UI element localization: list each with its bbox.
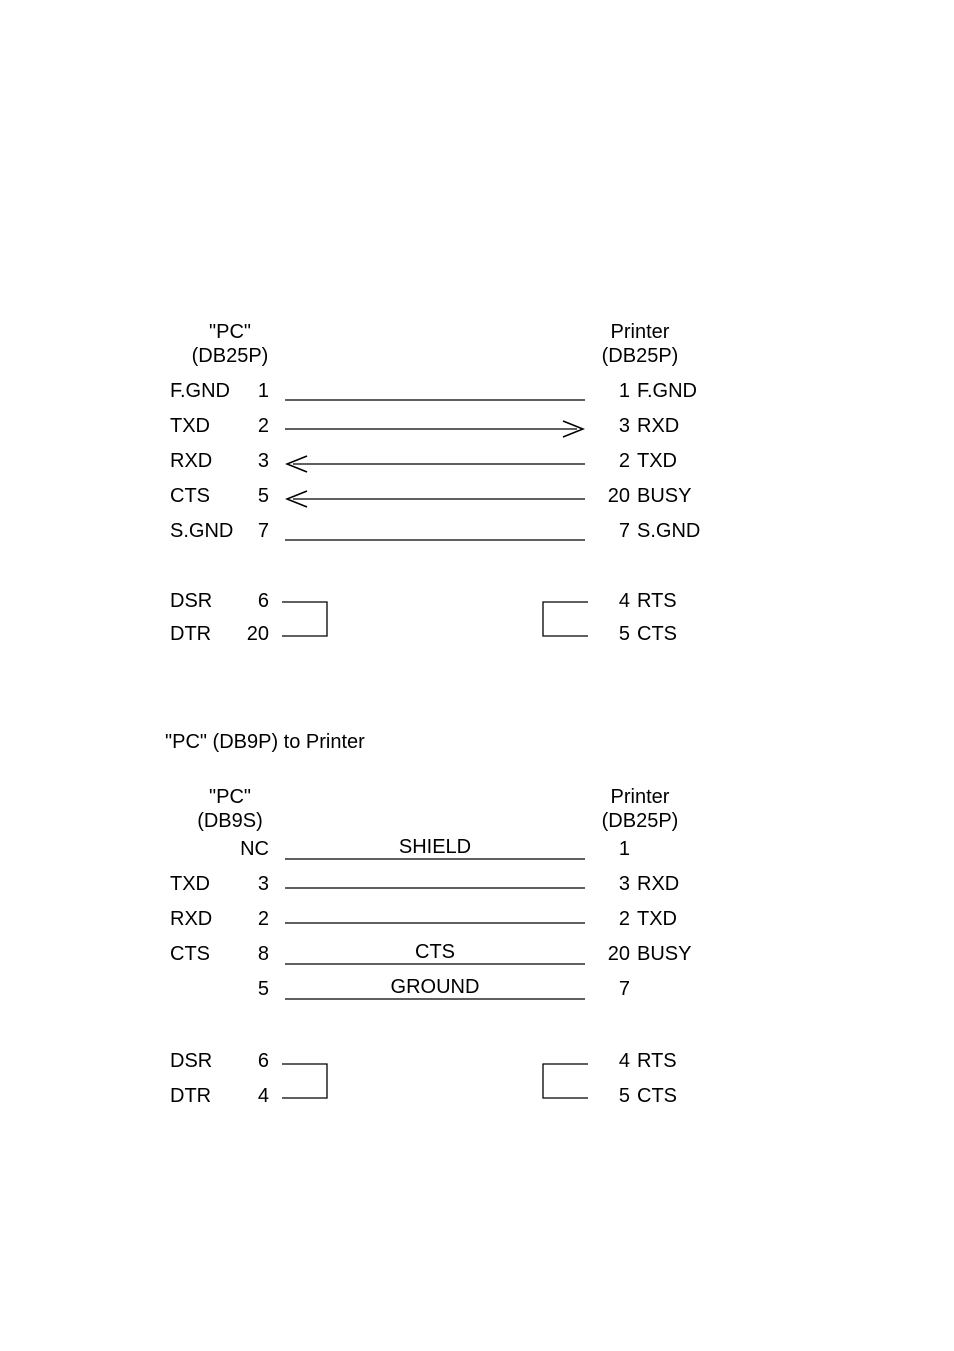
- pinout-row: CTS 5 20 BUSY: [0, 485, 954, 519]
- connection-arrow-left: [285, 454, 585, 474]
- pinout-row: RXD 3 2 TXD: [0, 450, 954, 484]
- connection-arrow-right: [285, 419, 585, 439]
- right-pin-number: 7: [590, 978, 630, 1001]
- connection-line: [285, 856, 585, 862]
- right-signal-name: F.GND: [637, 380, 727, 403]
- wiring-diagram-page: "PC" (DB25P) Printer (DB25P) F.GND 1 1 F…: [0, 0, 954, 1351]
- right-signal-name: BUSY: [637, 943, 727, 966]
- header-label: "PC": [180, 320, 280, 344]
- header-label: Printer: [590, 320, 690, 344]
- right-signal-name: TXD: [637, 450, 727, 473]
- right-signal-name: CTS: [637, 623, 727, 646]
- connection-line: [285, 532, 585, 548]
- pinout-row: TXD 2 3 RXD: [0, 415, 954, 449]
- left-pin-number: 1: [235, 380, 269, 403]
- left-pin-number: 20: [235, 623, 269, 646]
- bridge-bracket-left: [282, 596, 332, 644]
- right-pin-number: 4: [590, 1050, 630, 1073]
- header-sublabel: (DB25P): [590, 809, 690, 833]
- pinout-row: S.GND 7 7 S.GND: [0, 520, 954, 554]
- right-pin-number: 7: [590, 520, 630, 543]
- connection-arrow-left: [285, 489, 585, 509]
- connection-line: [285, 920, 585, 926]
- pinout-row: DSR 6 4 RTS: [0, 1050, 954, 1084]
- left-pin-number: 3: [235, 450, 269, 473]
- pinout-row: DTR 20 5 CTS: [0, 623, 954, 657]
- right-signal-name: BUSY: [637, 485, 727, 508]
- right-signal-name: TXD: [637, 908, 727, 931]
- right-signal-name: RTS: [637, 590, 727, 613]
- header-sublabel: (DB25P): [180, 344, 280, 368]
- diagram-subtitle: "PC" (DB9P) to Printer: [165, 731, 365, 754]
- right-pin-number: 20: [590, 943, 630, 966]
- pinout-row: F.GND 1 1 F.GND: [0, 380, 954, 414]
- bridge-bracket-right: [538, 596, 590, 644]
- left-pin-number: 6: [235, 590, 269, 613]
- pinout-row: CTS 8 CTS 20 BUSY: [0, 943, 954, 977]
- bridge-bracket-left: [282, 1058, 332, 1106]
- right-pin-number: 5: [590, 1085, 630, 1108]
- pinout-row: NC SHIELD 1: [0, 838, 954, 872]
- right-signal-name: RXD: [637, 415, 727, 438]
- right-pin-number: 3: [590, 873, 630, 896]
- left-pin-number: 2: [235, 415, 269, 438]
- pinout-row: RXD 2 2 TXD: [0, 908, 954, 942]
- left-pin-number: 5: [235, 978, 269, 1001]
- right-pin-number: 1: [590, 380, 630, 403]
- left-pin-number: 6: [235, 1050, 269, 1073]
- right-pin-number: 5: [590, 623, 630, 646]
- left-pin-number: 2: [235, 908, 269, 931]
- connection-line: [285, 392, 585, 408]
- left-pin-number: NC: [235, 838, 269, 861]
- right-pin-number: 3: [590, 415, 630, 438]
- right-signal-name: S.GND: [637, 520, 727, 543]
- left-pin-number: 5: [235, 485, 269, 508]
- header-label: "PC": [180, 785, 280, 809]
- left-pin-number: 4: [235, 1085, 269, 1108]
- header-sublabel: (DB25P): [590, 344, 690, 368]
- d1-left-header: "PC" (DB25P): [180, 320, 280, 368]
- right-signal-name: RTS: [637, 1050, 727, 1073]
- connection-line: [285, 961, 585, 967]
- pinout-row: DTR 4 5 CTS: [0, 1085, 954, 1119]
- connection-line: [285, 885, 585, 891]
- right-pin-number: 2: [590, 908, 630, 931]
- connection-line: [285, 996, 585, 1002]
- pinout-row: 5 GROUND 7: [0, 978, 954, 1012]
- d2-left-header: "PC" (DB9S): [180, 785, 280, 833]
- left-pin-number: 7: [235, 520, 269, 543]
- right-signal-name: RXD: [637, 873, 727, 896]
- right-pin-number: 2: [590, 450, 630, 473]
- d2-right-header: Printer (DB25P): [590, 785, 690, 833]
- pinout-row: TXD 3 3 RXD: [0, 873, 954, 907]
- left-pin-number: 3: [235, 873, 269, 896]
- header-sublabel: (DB9S): [180, 809, 280, 833]
- pinout-row: DSR 6 4 RTS: [0, 590, 954, 624]
- d1-right-header: Printer (DB25P): [590, 320, 690, 368]
- left-pin-number: 8: [235, 943, 269, 966]
- right-signal-name: CTS: [637, 1085, 727, 1108]
- right-pin-number: 4: [590, 590, 630, 613]
- right-pin-number: 20: [590, 485, 630, 508]
- right-pin-number: 1: [590, 838, 630, 861]
- bridge-bracket-right: [538, 1058, 590, 1106]
- header-label: Printer: [590, 785, 690, 809]
